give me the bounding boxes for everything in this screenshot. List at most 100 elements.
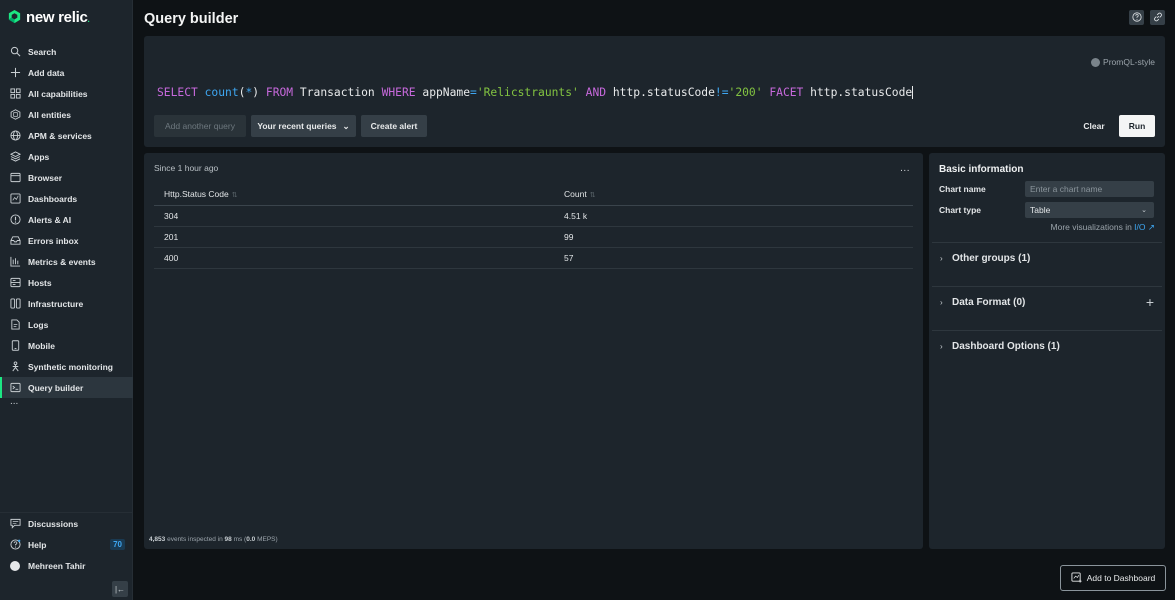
chart-name-input[interactable]: Enter a chart name	[1025, 181, 1154, 197]
time-range-label: Since 1 hour ago	[154, 163, 219, 173]
collapse-icon: |←	[114, 584, 126, 594]
sidebar-item-apps[interactable]: Apps	[0, 146, 133, 167]
add-to-dashboard-button[interactable]: Add to Dashboard	[1060, 565, 1166, 591]
sidebar-item-label: Hosts	[28, 277, 52, 288]
terminal-icon	[9, 382, 21, 394]
section-dashboard-options[interactable]: › Dashboard Options (1)	[932, 330, 1162, 374]
sidebar-more[interactable]: ...	[0, 397, 133, 412]
promql-style-toggle[interactable]: PromQL-style	[1091, 57, 1155, 67]
promql-label: PromQL-style	[1103, 57, 1155, 67]
query-token: SELECT	[157, 86, 198, 99]
sort-icon: ⇅	[231, 191, 238, 199]
sidebar-item-alerts-ai[interactable]: Alerts & AI	[0, 209, 133, 230]
logo[interactable]: new relic	[7, 9, 89, 26]
table-row[interactable]: 400 57	[154, 247, 913, 269]
sidebar-item-all-capabilities[interactable]: All capabilities	[0, 83, 133, 104]
sidebar-item-label: Help	[28, 539, 47, 550]
footer-text: events inspected in	[165, 536, 225, 543]
query-input[interactable]: SELECT count(*) FROM Transaction WHERE a…	[157, 86, 914, 99]
sidebar-item-label: Metrics & events	[28, 256, 96, 267]
sidebar-item-label: Infrastructure	[28, 298, 84, 309]
sidebar-item-label: Mobile	[28, 340, 55, 351]
events-count: 4,853	[149, 536, 166, 543]
sidebar-item-all-entities[interactable]: All entities	[0, 104, 133, 125]
sidebar-item-infrastructure[interactable]: Infrastructure	[0, 293, 133, 314]
alert-icon	[9, 214, 21, 226]
clear-button[interactable]: Clear	[1074, 115, 1114, 137]
sidebar-item-label: Dashboards	[28, 193, 78, 204]
table-row[interactable]: 201 99	[154, 226, 913, 248]
sidebar-item-hosts[interactable]: Hosts	[0, 272, 133, 293]
meps-value: 0.0	[246, 536, 256, 543]
layers-icon	[9, 151, 21, 163]
query-token: appName	[422, 86, 470, 99]
sidebar-nav: Search Add data All capabilities All ent…	[0, 41, 133, 412]
cell-status-code: 201	[154, 226, 554, 248]
mobile-icon	[9, 340, 21, 352]
collapse-sidebar-button[interactable]: |←	[112, 581, 128, 597]
page-title: Query builder	[144, 11, 239, 27]
table-row[interactable]: 304 4.51 k	[154, 205, 913, 227]
sidebar-item-user[interactable]: Mehreen Tahir	[0, 555, 133, 576]
add-another-query-button[interactable]: Add another query	[154, 115, 246, 137]
sidebar-item-query-builder[interactable]: Query builder	[0, 377, 133, 398]
recent-queries-label: Your recent queries	[257, 121, 337, 131]
sidebar-item-label: APM & services	[28, 130, 92, 141]
section-other-groups[interactable]: › Other groups (1)	[932, 242, 1162, 286]
cell-count: 4.51 k	[554, 205, 913, 227]
sort-icon: ⇅	[589, 191, 596, 199]
sidebar-item-metrics-events[interactable]: Metrics & events	[0, 251, 133, 272]
help-icon	[1131, 11, 1142, 24]
run-button[interactable]: Run	[1119, 115, 1155, 137]
query-token: count	[204, 86, 239, 99]
add-data-format-button[interactable]: +	[1146, 294, 1154, 310]
sidebar-item-browser[interactable]: Browser	[0, 167, 133, 188]
help-button[interactable]	[1129, 10, 1144, 25]
sidebar-item-help[interactable]: Help 70	[0, 534, 133, 555]
sidebar-item-mobile[interactable]: Mobile	[0, 335, 133, 356]
recent-queries-dropdown[interactable]: Your recent queries ⌄	[251, 115, 356, 137]
basic-information-title: Basic information	[939, 164, 1024, 175]
create-alert-button[interactable]: Create alert	[361, 115, 427, 137]
copy-link-button[interactable]	[1150, 10, 1165, 25]
query-token: )	[252, 86, 260, 99]
user-name: Mehreen Tahir	[28, 560, 86, 571]
more-visualizations: More visualizations in I/O ↗	[1051, 222, 1155, 233]
io-link[interactable]: I/O	[1134, 222, 1145, 232]
dashboard-icon	[9, 193, 21, 205]
sidebar-item-label: Errors inbox	[28, 235, 79, 246]
more-options-button[interactable]: ...	[900, 163, 910, 174]
discussions-icon	[9, 518, 21, 530]
sidebar-item-apm-services[interactable]: APM & services	[0, 125, 133, 146]
server-icon	[9, 277, 21, 289]
sidebar-item-label: Browser	[28, 172, 63, 183]
column-header-count[interactable]: Count ⇅	[554, 183, 913, 206]
section-data-format[interactable]: › Data Format (0) +	[932, 286, 1162, 330]
synthetic-icon	[9, 361, 21, 373]
sidebar-item-label: Search	[28, 46, 57, 57]
cell-status-code: 304	[154, 205, 554, 227]
sidebar-item-add-data[interactable]: Add data	[0, 62, 133, 83]
globe-icon	[9, 130, 21, 142]
cell-count: 57	[554, 247, 913, 269]
promql-icon	[1091, 57, 1101, 67]
query-token: FACET	[769, 86, 804, 99]
column-header-status-code[interactable]: Http.Status Code ⇅	[154, 183, 554, 206]
chevron-right-icon: ›	[940, 298, 943, 307]
browser-icon	[9, 172, 21, 184]
search-icon	[9, 46, 21, 58]
chevron-down-icon: ⌄	[1141, 207, 1147, 214]
logo-text: new relic	[26, 9, 89, 26]
sidebar-item-synthetic-monitoring[interactable]: Synthetic monitoring	[0, 356, 133, 377]
sidebar-item-logs[interactable]: Logs	[0, 314, 133, 335]
sidebar-item-discussions[interactable]: Discussions	[0, 513, 133, 534]
query-token: '200'	[728, 86, 763, 99]
query-token: AND	[585, 86, 607, 99]
chart-type-select[interactable]: Table ⌄	[1025, 202, 1154, 218]
sidebar-item-dashboards[interactable]: Dashboards	[0, 188, 133, 209]
query-token: FROM	[265, 86, 294, 99]
section-label: Data Format (0)	[952, 297, 1026, 308]
sidebar-item-errors-inbox[interactable]: Errors inbox	[0, 230, 133, 251]
query-token: Transaction	[299, 86, 375, 99]
sidebar-item-search[interactable]: Search	[0, 41, 133, 62]
